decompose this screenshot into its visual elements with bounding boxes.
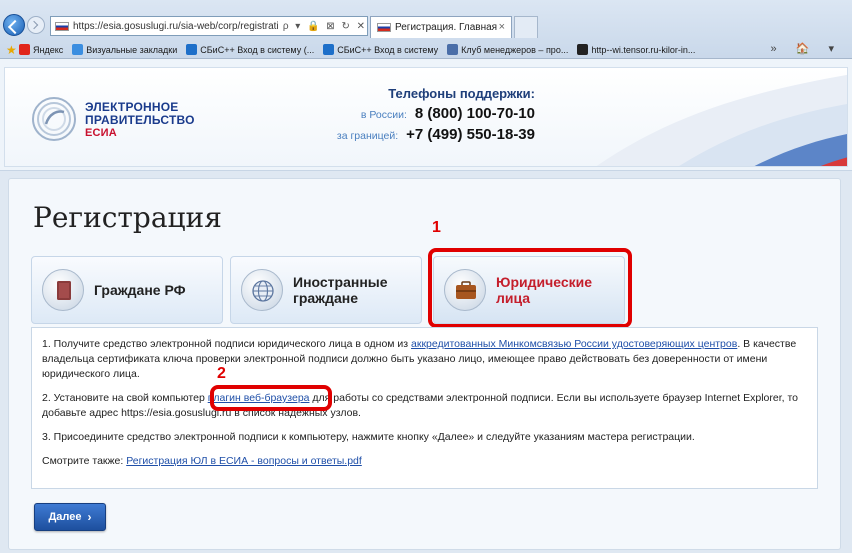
favorite-label: Визуальные закладки [86,44,178,55]
annotation-number-1: 1 [432,219,441,236]
site-flag-icon [55,21,69,31]
navigation-row: https://esia.gosuslugi.ru/sia-web/corp/r… [0,12,852,40]
browser-chrome: https://esia.gosuslugi.ru/sia-web/corp/r… [0,0,852,59]
favorite-label: СБиС++ Вход в систему [337,44,439,55]
new-tab-button[interactable] [514,16,538,38]
tab-title: Регистрация. Главная [395,22,498,33]
chevron-right-icon: › [87,510,92,524]
tensor-icon [577,44,589,55]
step-1-text: 1. Получите средство электронной подписи… [42,338,412,350]
phone-label-abroad: за границей: [336,130,399,142]
step-2: 2. Установите на свой компьютер плагин в… [42,391,807,421]
faq-pdf-link[interactable]: Регистрация ЮЛ в ЕСИА - вопросы и ответы… [126,455,362,467]
esia-logo-icon [32,97,76,141]
card-label-line: Иностранные [293,274,388,290]
card-label: Граждане РФ [94,282,186,298]
next-button-label: Далее [48,511,82,523]
phones-title: Телефоны поддержки: [388,86,535,101]
favorite-label: Клуб менеджеров – про... [461,44,569,55]
address-url[interactable]: https://esia.gosuslugi.ru/sia-web/corp/r… [73,21,279,32]
card-label-line: Граждане РФ [94,282,186,298]
sbis-icon [323,44,335,55]
see-also: Смотрите также: Регистрация ЮЛ в ЕСИА - … [42,454,807,469]
browser-tab-active[interactable]: Регистрация. Главная × [370,16,512,38]
next-button[interactable]: Далее › [34,503,106,531]
favorite-label: http--wi.tensor.ru-kilor-in... [591,44,696,55]
see-also-label: Смотрите также: [42,455,127,467]
favorite-label: Яндекс [33,44,64,55]
favorite-item-yandex[interactable]: Яндекс [19,44,63,55]
favorite-item-bookmarks[interactable]: Визуальные закладки [72,44,177,55]
page-title: Регистрация [33,201,222,234]
logo-line-2: ПРАВИТЕЛЬСТВО [85,113,195,127]
tab-russian-citizens[interactable]: Граждане РФ [31,256,223,324]
step-1: 1. Получите средство электронной подписи… [42,337,807,382]
registration-panel: Регистрация 1 Граждане РФ Иностранные гр… [8,178,841,550]
tab-close-icon[interactable]: × [499,21,505,33]
favorite-item-club[interactable]: Клуб менеджеров – про... [447,44,568,55]
favorite-item-sbis-2[interactable]: СБиС++ Вход в систему [323,44,438,55]
club-icon [447,44,459,55]
flag-swoosh-decoration [596,74,847,166]
address-bar-icons[interactable]: ρ ▾ 🔒 ⊠ ↻ ✕ [283,21,367,32]
card-label-line: граждане [293,290,359,306]
annotation-number-2: 2 [217,365,226,382]
tab-foreign-citizens[interactable]: Иностранные граждане [230,256,422,324]
back-button[interactable] [3,14,25,36]
favorite-label: СБиС++ Вход в систему (... [200,44,315,55]
forward-button[interactable] [27,16,45,34]
address-bar[interactable]: https://esia.gosuslugi.ru/sia-web/corp/r… [50,16,368,36]
phone-row-russia: в России: 8 (800) 100-70-10 [305,104,535,125]
step-3: 3. Присоедините средство электронной под… [42,431,695,443]
card-label: Иностранные граждане [293,274,388,306]
accredited-centers-link[interactable]: аккредитованных Минкомсвязью России удос… [411,338,737,350]
yandex-icon [19,44,30,55]
annotation-highlight-plugin-link [210,385,332,411]
bookmarks-icon [72,44,84,55]
favorite-item-tensor[interactable]: http--wi.tensor.ru-kilor-in... [577,44,695,55]
favorites-star-icon[interactable]: ★ [6,43,17,57]
tab-flag-icon [377,23,391,32]
step-2-text: 2. Установите на свой компьютер [42,392,208,404]
sbis-icon [186,44,198,55]
phone-row-abroad: за границей: +7 (499) 550-18-39 [305,125,535,146]
site-header: ЭЛЕКТРОННОЕ ПРАВИТЕЛЬСТВО ЕСИА Телефоны … [0,59,852,171]
phone-number-abroad: +7 (499) 550-18-39 [406,126,535,143]
passport-icon [42,269,84,311]
phone-label-russia: в России: [360,109,407,121]
favorites-bar-tools[interactable]: » 🏠 ▾ [771,42,842,55]
support-phones: Телефоны поддержки: в России: 8 (800) 10… [305,86,535,146]
phone-number-russia: 8 (800) 100-70-10 [414,105,535,122]
instructions-box: 1. Получите средство электронной подписи… [31,327,818,489]
favorites-bar: ★ Яндекс Визуальные закладки СБиС++ Вход… [0,40,852,59]
logo-line-3: ЕСИА [85,127,117,139]
annotation-highlight-legal-tab [428,248,632,328]
logo-wordmark: ЭЛЕКТРОННОЕ ПРАВИТЕЛЬСТВО ЕСИА [85,101,195,140]
header-banner: ЭЛЕКТРОННОЕ ПРАВИТЕЛЬСТВО ЕСИА Телефоны … [4,67,848,167]
favorite-item-sbis-1[interactable]: СБиС++ Вход в систему (... [186,44,314,55]
globe-icon [241,269,283,311]
